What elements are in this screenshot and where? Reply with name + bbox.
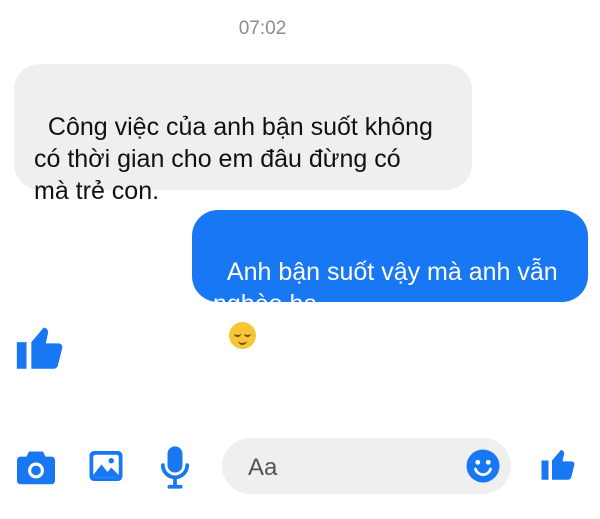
microphone-icon[interactable] xyxy=(160,444,190,490)
message-timestamp: 07:02 xyxy=(238,18,287,39)
message-input[interactable]: Aa xyxy=(222,438,511,494)
incoming-message-bubble[interactable]: Công việc của anh bận suốt không có thời… xyxy=(14,64,472,205)
relieved-face-emoji-icon xyxy=(228,322,256,349)
incoming-message-text: Công việc của anh bận suốt không có thời… xyxy=(34,113,433,205)
camera-icon[interactable] xyxy=(15,448,57,486)
message-composer: Aa xyxy=(0,430,600,500)
image-icon[interactable] xyxy=(88,448,124,484)
sent-thumbs-up-icon[interactable] xyxy=(12,318,70,376)
thumbs-up-icon[interactable] xyxy=(538,443,580,485)
smiley-icon[interactable] xyxy=(465,448,501,484)
outgoing-message-bubble[interactable]: Anh bận suốt vậy mà anh vẫn nghèo ha xyxy=(192,210,588,349)
outgoing-message-text: Anh bận suốt vậy mà anh vẫn nghèo ha xyxy=(213,258,558,318)
message-input-placeholder: Aa xyxy=(248,454,278,481)
